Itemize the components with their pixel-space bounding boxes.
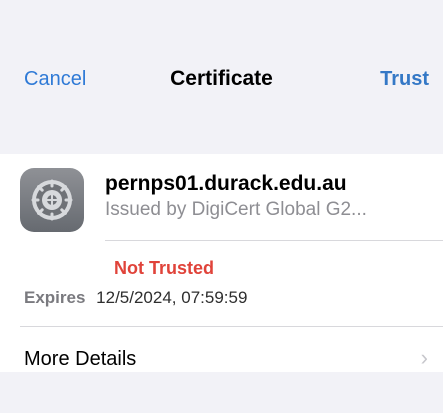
certificate-card: pernps01.durack.edu.au Issued by DigiCer… [0,154,443,372]
expires-value: 12/5/2024, 07:59:59 [96,288,248,307]
more-details-row[interactable]: More Details › [0,327,443,372]
page-title: Certificate [170,67,273,90]
trust-status-badge: Not Trusted [114,258,215,278]
gear-icon [20,168,84,232]
navigation-bar: Cancel Certificate Trust [0,0,443,150]
certificate-issuer: Issued by DigiCert Global G2... [105,199,367,220]
certificate-name: pernps01.durack.edu.au [105,172,347,195]
expires-label: Expires [24,288,86,307]
expiry-row: Expires 12/5/2024, 07:59:59 [24,288,247,308]
chevron-right-icon: › [420,345,428,370]
more-details-label: More Details [24,348,137,370]
divider [105,240,443,241]
trust-button[interactable]: Trust [380,68,429,91]
